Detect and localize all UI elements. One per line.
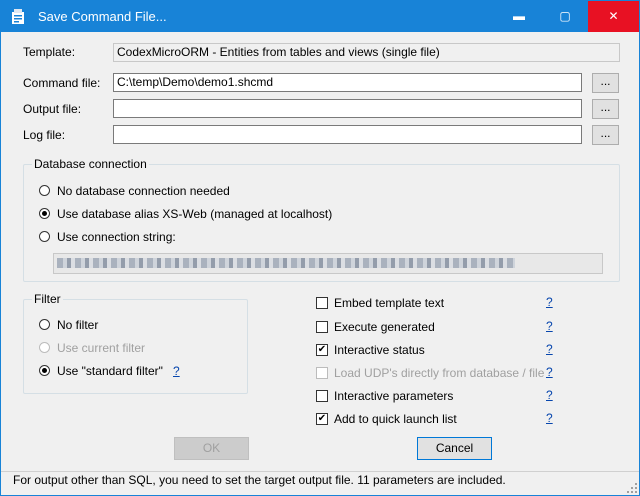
- connection-string-field[interactable]: [53, 253, 603, 274]
- resize-grip-icon[interactable]: [627, 483, 637, 493]
- output-file-browse-button[interactable]: ...: [592, 99, 619, 119]
- template-label: Template:: [23, 45, 76, 59]
- app-icon: [12, 9, 24, 24]
- filter-current-radio: [39, 342, 50, 353]
- output-file-label: Output file:: [23, 102, 82, 116]
- embed-template-label[interactable]: Embed template text: [334, 296, 444, 310]
- interactive-status-checkbox[interactable]: ✔: [316, 344, 328, 356]
- load-udps-label: Load UDP's directly from database / file: [334, 366, 545, 380]
- minimize-button[interactable]: ▬: [496, 1, 542, 32]
- check-icon: ✔: [317, 413, 327, 424]
- window-title: Save Command File...: [38, 9, 167, 24]
- execute-generated-label[interactable]: Execute generated: [334, 320, 435, 334]
- save-command-dialog: Save Command File... ▬ ▢ ✕ Template: Cod…: [0, 0, 640, 496]
- quick-launch-checkbox[interactable]: ✔: [316, 413, 328, 425]
- execute-generated-help-link[interactable]: ?: [546, 319, 553, 333]
- execute-generated-checkbox[interactable]: [316, 321, 328, 333]
- log-file-field[interactable]: [113, 125, 582, 144]
- db-option-connstring-label[interactable]: Use connection string:: [57, 230, 176, 244]
- ok-button: OK: [174, 437, 249, 460]
- quick-launch-label[interactable]: Add to quick launch list: [334, 412, 457, 426]
- filter-help-link[interactable]: ?: [173, 364, 180, 378]
- log-file-browse-button[interactable]: ...: [592, 125, 619, 145]
- interactive-status-help-link[interactable]: ?: [546, 342, 553, 356]
- template-field: CodexMicroORM - Entities from tables and…: [113, 43, 620, 62]
- embed-template-checkbox[interactable]: [316, 297, 328, 309]
- embed-template-help-link[interactable]: ?: [546, 295, 553, 309]
- status-text: For output other than SQL, you need to s…: [13, 473, 506, 487]
- filter-title: Filter: [32, 292, 63, 306]
- output-file-field[interactable]: [113, 99, 582, 118]
- maximize-button[interactable]: ▢: [542, 1, 588, 32]
- interactive-status-label[interactable]: Interactive status: [334, 343, 425, 357]
- load-udps-help-link[interactable]: ?: [546, 365, 553, 379]
- interactive-parameters-checkbox[interactable]: [316, 390, 328, 402]
- command-file-field[interactable]: C:\temp\Demo\demo1.shcmd: [113, 73, 582, 92]
- minimize-icon: ▬: [513, 9, 525, 23]
- filter-current-label: Use current filter: [57, 341, 146, 355]
- db-option-connstring-radio[interactable]: [39, 231, 50, 242]
- db-option-none-radio[interactable]: [39, 185, 50, 196]
- db-option-alias-radio[interactable]: [39, 208, 50, 219]
- close-button[interactable]: ✕: [588, 1, 639, 32]
- cancel-button[interactable]: Cancel: [417, 437, 492, 460]
- radio-selected-dot: [42, 368, 47, 373]
- command-file-label: Command file:: [23, 76, 101, 90]
- log-file-label: Log file:: [23, 128, 66, 142]
- filter-none-label[interactable]: No filter: [57, 318, 98, 332]
- database-connection-title: Database connection: [32, 157, 149, 171]
- radio-selected-dot: [42, 211, 47, 216]
- db-option-none-label[interactable]: No database connection needed: [57, 184, 230, 198]
- quick-launch-help-link[interactable]: ?: [546, 411, 553, 425]
- maximize-icon: ▢: [559, 9, 571, 23]
- load-udps-checkbox: [316, 367, 328, 379]
- interactive-parameters-help-link[interactable]: ?: [546, 388, 553, 402]
- command-file-browse-button[interactable]: ...: [592, 73, 619, 93]
- filter-standard-radio[interactable]: [39, 365, 50, 376]
- interactive-parameters-label[interactable]: Interactive parameters: [334, 389, 453, 403]
- check-icon: ✔: [317, 344, 327, 355]
- close-icon: ✕: [608, 9, 619, 23]
- db-option-alias-label[interactable]: Use database alias XS-Web (managed at lo…: [57, 207, 332, 221]
- filter-none-radio[interactable]: [39, 319, 50, 330]
- title-bar[interactable]: Save Command File... ▬ ▢ ✕: [1, 1, 639, 32]
- filter-standard-label[interactable]: Use "standard filter": [57, 364, 163, 378]
- redacted-connection-string: [57, 258, 515, 268]
